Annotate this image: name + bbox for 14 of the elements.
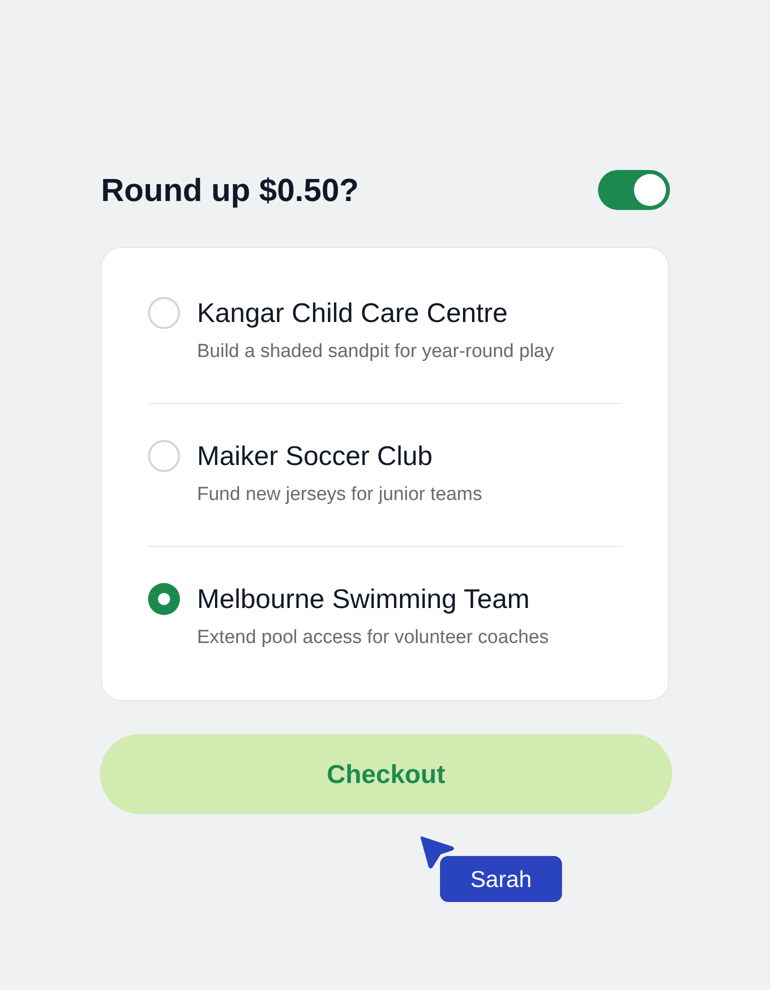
- option-description: Extend pool access for volunteer coaches: [197, 626, 549, 650]
- option-description: Fund new jerseys for junior teams: [197, 483, 482, 507]
- option-description: Build a shaded sandpit for year-round play: [197, 340, 554, 364]
- radio-button[interactable]: [148, 440, 180, 472]
- toggle-switch[interactable]: [598, 170, 670, 210]
- radio-button[interactable]: [148, 583, 180, 615]
- option-title: Maiker Soccer Club: [197, 440, 434, 472]
- heading: Round up $0.50?: [101, 171, 359, 210]
- user-name-tag: Sarah: [440, 856, 562, 902]
- option-title: Kangar Child Care Centre: [197, 297, 509, 329]
- radio-button[interactable]: [148, 297, 180, 329]
- checkout-button[interactable]: Checkout: [100, 734, 672, 814]
- pointer-icon: [419, 835, 455, 869]
- option-title: Melbourne Swimming Team: [197, 583, 531, 615]
